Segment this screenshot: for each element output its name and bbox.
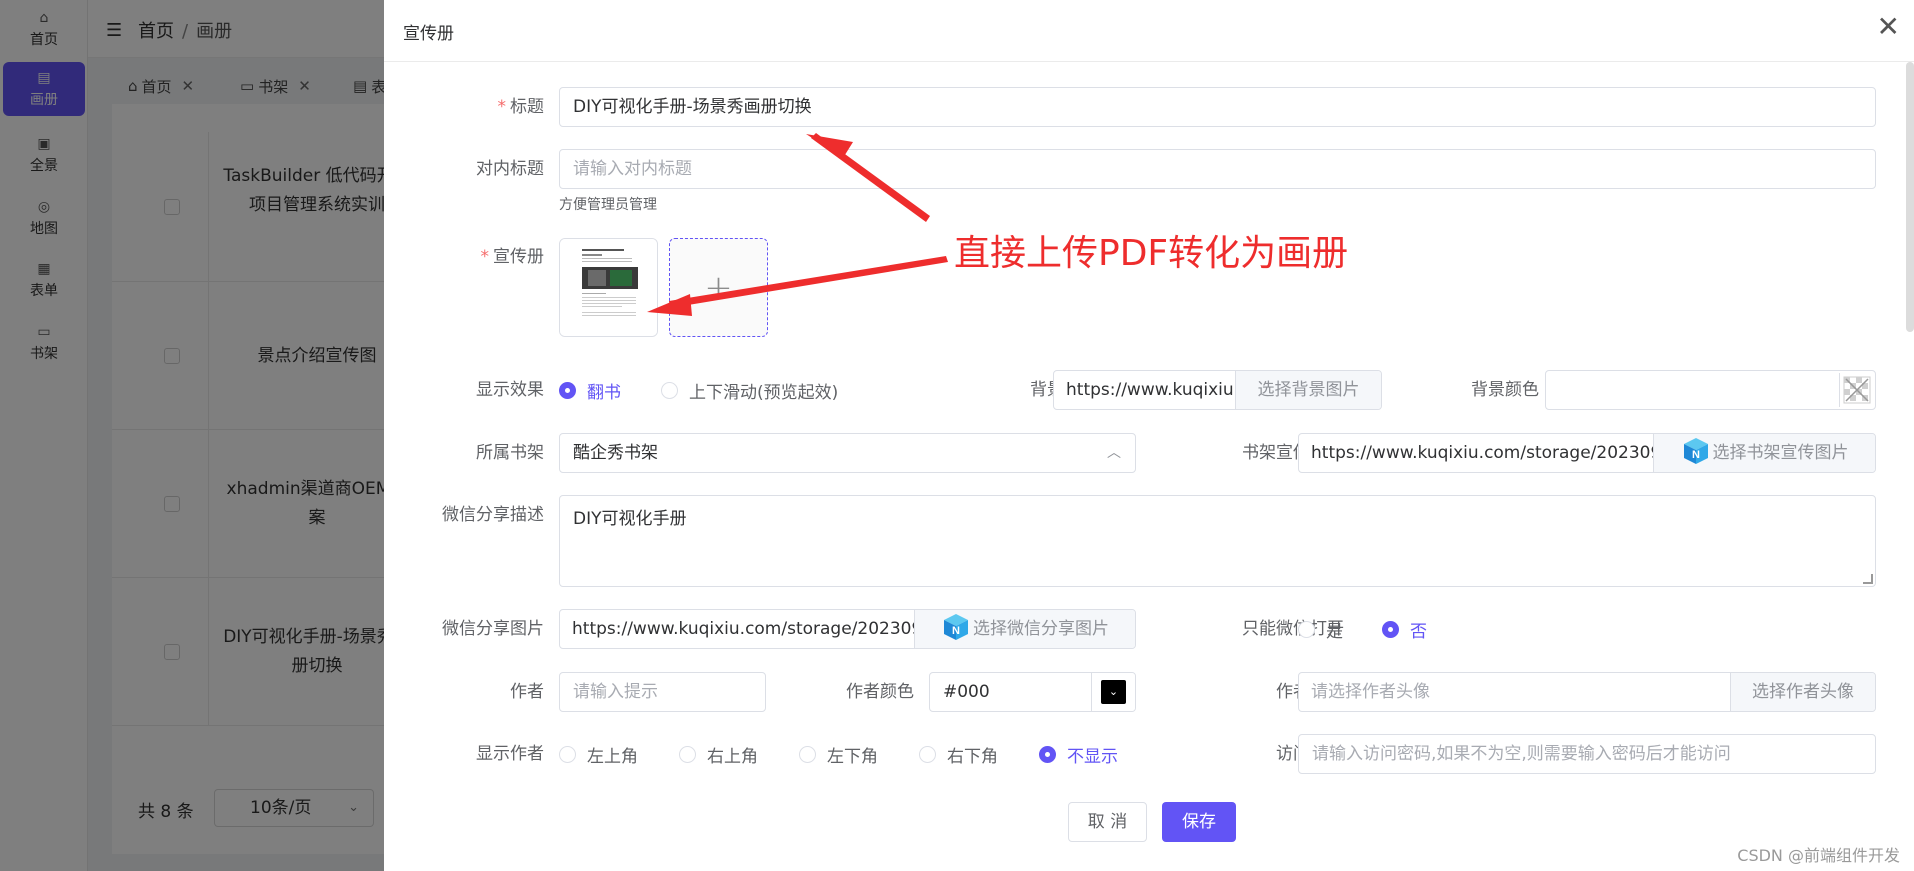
display-effect-label: 显示效果	[476, 380, 544, 400]
author-pos-hidden[interactable]: 不显示	[1039, 734, 1118, 774]
bg-color-label: 背景颜色	[1471, 380, 1539, 400]
title-label: * 标题	[497, 97, 545, 117]
shelf-image-input[interactable]: https://www.kuqixiu.com/storage/20230929	[1299, 434, 1654, 472]
wx-image-input-group: https://www.kuqixiu.com/storage/20230929…	[559, 609, 1136, 649]
cancel-button[interactable]: 取 消	[1068, 802, 1147, 842]
bg-color-input[interactable]	[1545, 370, 1876, 410]
scrollbar[interactable]	[1906, 62, 1914, 332]
shelf-value: 酷企秀书架	[573, 443, 658, 463]
inner-title-hint: 方便管理员管理	[559, 197, 657, 213]
drawer-title: 宣传册	[403, 24, 454, 44]
radio-dot	[1039, 745, 1056, 763]
show-author-label: 显示作者	[476, 744, 544, 764]
color-picker-trigger[interactable]	[1839, 373, 1873, 407]
author-pos-top-left[interactable]: 左上角	[559, 734, 638, 774]
wx-image-input[interactable]: https://www.kuqixiu.com/storage/20230929	[560, 610, 915, 648]
radio-dot	[919, 745, 936, 763]
bg-image-input[interactable]: https://www.kuqixiu.com/storage/20230929	[1054, 371, 1234, 409]
select-shelf-image-button[interactable]: N 选择书架宣传图片	[1653, 434, 1875, 472]
author-pos-bottom-right[interactable]: 右下角	[919, 734, 998, 774]
password-input[interactable]: 请输入访问密码,如果不为空,则需要输入密码后才能访问	[1298, 734, 1876, 774]
wx-only-radio-yes[interactable]: 是	[1298, 609, 1343, 649]
wx-only-radio-no[interactable]: 否	[1382, 609, 1427, 649]
author-avatar-input-group: 请选择作者头像 选择作者头像	[1298, 672, 1876, 712]
display-radio-flip[interactable]: 翻书	[559, 370, 621, 410]
uploaded-pdf-thumbnail[interactable]	[559, 238, 658, 337]
svg-text:N: N	[1692, 449, 1700, 461]
author-color-input[interactable]: #000 ⌄	[929, 672, 1136, 712]
radio-dot	[679, 745, 696, 763]
resize-handle-icon[interactable]	[1863, 574, 1873, 584]
shelf-image-input-group: https://www.kuqixiu.com/storage/20230929…	[1298, 433, 1876, 473]
radio-dot	[559, 745, 576, 763]
title-input[interactable]: DIY可视化手册-场景秀画册切换	[559, 87, 1876, 127]
author-color-value: #000	[943, 682, 990, 702]
upload-add-button[interactable]: +	[669, 238, 768, 337]
select-bg-image-button[interactable]: 选择背景图片	[1235, 371, 1381, 409]
chevron-up-icon: ︿	[1107, 445, 1121, 461]
chevron-down-icon: ⌄	[1101, 680, 1126, 704]
radio-dot	[1298, 620, 1315, 638]
save-button[interactable]: 保存	[1162, 802, 1236, 842]
shelf-select[interactable]: 酷企秀书架 ︿	[559, 433, 1136, 473]
annotation-text: 直接上传PDF转化为画册	[954, 233, 1349, 274]
select-author-avatar-button[interactable]: 选择作者头像	[1730, 673, 1875, 711]
brochure-label: * 宣传册	[480, 247, 545, 267]
plus-icon: +	[704, 267, 733, 308]
inner-title-label: 对内标题	[476, 159, 544, 179]
author-pos-top-right[interactable]: 右上角	[679, 734, 758, 774]
wx-desc-textarea[interactable]: DIY可视化手册	[559, 495, 1876, 587]
display-radio-scroll[interactable]: 上下滑动(预览起效)	[661, 370, 838, 410]
author-avatar-input[interactable]: 请选择作者头像	[1299, 673, 1729, 711]
wx-desc-label: 微信分享描述	[442, 505, 544, 525]
inner-title-input[interactable]: 请输入对内标题	[559, 149, 1876, 189]
cube-logo-icon: N	[944, 614, 968, 640]
author-color-label: 作者颜色	[846, 682, 914, 702]
radio-dot	[661, 381, 678, 399]
close-icon[interactable]: ✕	[1877, 12, 1900, 42]
watermark: CSDN @前端组件开发	[1737, 846, 1900, 865]
cube-logo-icon: N	[1683, 438, 1708, 464]
svg-text:N: N	[952, 625, 960, 637]
drawer-header: 宣传册 ✕	[384, 0, 1914, 62]
author-pos-bottom-left[interactable]: 左下角	[799, 734, 878, 774]
radio-dot	[799, 745, 816, 763]
wx-desc-value: DIY可视化手册	[573, 509, 687, 529]
select-wx-image-button[interactable]: N 选择微信分享图片	[914, 610, 1135, 648]
shelf-label: 所属书架	[476, 443, 544, 463]
bg-image-input-group: https://www.kuqixiu.com/storage/20230929…	[1053, 370, 1382, 410]
color-picker-trigger[interactable]: ⌄	[1091, 673, 1135, 711]
radio-dot	[559, 381, 576, 399]
brochure-drawer: 宣传册 ✕ * 标题 DIY可视化手册-场景秀画册切换 对内标题 请输入对内标题 …	[384, 0, 1914, 871]
author-label: 作者	[510, 682, 544, 702]
wx-image-label: 微信分享图片	[442, 619, 544, 639]
author-input[interactable]: 请输入提示	[559, 672, 766, 712]
radio-dot	[1382, 620, 1399, 638]
